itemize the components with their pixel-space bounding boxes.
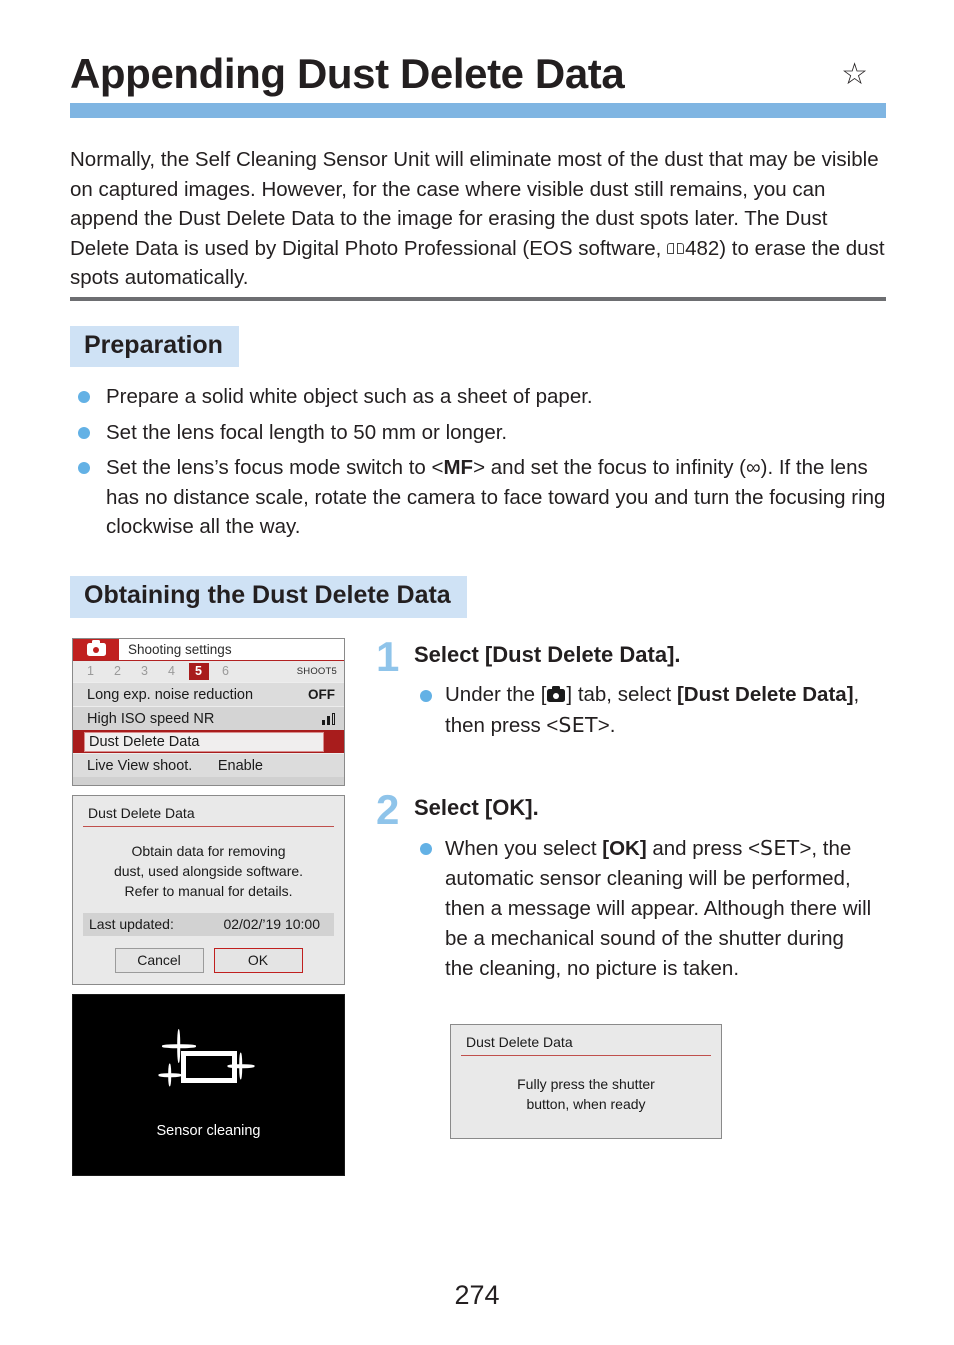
cancel-button[interactable]: Cancel [114, 948, 204, 973]
menu-row-label: Long exp. noise reduction [87, 686, 254, 703]
last-updated-row: Last updated: 02/02/’19 10:00 [83, 913, 334, 936]
step-1-end: >. [597, 714, 616, 738]
dialog-buttons: Cancel OK [83, 948, 334, 973]
camera-icon [547, 686, 566, 703]
menu-tab-6[interactable]: 6 [212, 661, 239, 682]
menu-tab-row: 1 2 3 4 5 6 SHOOT5 [73, 661, 344, 682]
dialog-body-line-3: Refer to manual for details. [124, 883, 293, 899]
sensor-cleaning-screenshot: Sensor cleaning [72, 994, 345, 1176]
menu-tab-3[interactable]: 3 [131, 661, 158, 682]
step-1-pre: Under the [ [445, 683, 547, 707]
manual-page: Appending Dust Delete Data ☆ Normally, t… [0, 0, 954, 1345]
preparation-heading: Preparation [70, 326, 239, 367]
menu-row-value: Enable [217, 757, 263, 774]
menu-row-label: High ISO speed NR [87, 710, 215, 727]
camera-menu-screenshot: Shooting settings 1 2 3 4 5 6 SHOOT5 Lon… [72, 638, 345, 786]
star-icon: ☆ [841, 58, 868, 92]
menu-row-live-view-shoot[interactable]: Live View shoot. Enable [73, 753, 344, 777]
dialog-body: Fully press the shutter button, when rea… [461, 1056, 711, 1122]
bullet-icon [420, 843, 432, 856]
step-1-bold: [Dust Delete Data] [676, 683, 854, 707]
bullet-icon [78, 426, 90, 439]
preparation-item-1: Prepare a solid white object such as a s… [106, 385, 593, 408]
list-item: Set the lens’s focus mode switch to <MF>… [78, 453, 888, 542]
shooting-tab-icon-cell [73, 639, 119, 660]
page-title: Appending Dust Delete Data [70, 50, 625, 97]
preparation-item-3-pre: Set the lens’s focus mode switch to < [106, 456, 444, 479]
set-key-label: SET [760, 836, 800, 861]
dialog-body: Obtain data for removing dust, used alon… [83, 827, 334, 913]
step-2-mid: and press < [646, 837, 761, 861]
intro-paragraph: Normally, the Self Cleaning Sensor Unit … [70, 145, 886, 293]
set-key-label: SET [558, 713, 598, 738]
title-row: Appending Dust Delete Data ☆ [70, 50, 886, 97]
menu-tab-2[interactable]: 2 [104, 661, 131, 682]
page-number: 274 [454, 1280, 500, 1310]
bullet-icon [78, 391, 90, 403]
shutter-ready-dialog: Dust Delete Data Fully press the shutter… [450, 1024, 722, 1139]
step-1-header: 1 Select [Dust Delete Data]. [376, 633, 876, 680]
last-updated-label: Last updated: [89, 916, 174, 932]
preparation-item-2: Set the lens focal length to 50 mm or lo… [106, 420, 508, 444]
step-2-bullet-text: When you select [OK] and press <SET>, th… [445, 833, 876, 984]
menu-tab-5-active[interactable]: 5 [188, 663, 209, 680]
preparation-item-3: Set the lens’s focus mode switch to <MF>… [106, 453, 888, 542]
list-item: When you select [OK] and press <SET>, th… [420, 833, 876, 984]
menu-row-value: OFF [308, 687, 335, 702]
menu-row-high-iso-nr[interactable]: High ISO speed NR [73, 706, 344, 730]
preparation-item-3-bold: MF [443, 456, 474, 479]
preparation-list: Prepare a solid white object such as a s… [78, 382, 888, 548]
step-1-number: 1 [376, 633, 400, 680]
dialog-body-line-2: button, when ready [526, 1096, 646, 1112]
step-2-bullets: When you select [OK] and press <SET>, th… [420, 833, 876, 984]
menu-footer-strip [73, 777, 344, 785]
step-1-title: Select [Dust Delete Data]. [414, 642, 681, 667]
last-updated-value: 02/02/’19 10:00 [223, 916, 320, 932]
step-1-mid: ] tab, select [566, 683, 677, 707]
intro-page-ref: 482 [685, 236, 720, 260]
step-2-title: Select [OK]. [414, 795, 539, 820]
step-1-bullets: Under the [ ] tab, select [Dust Delete Da… [420, 680, 876, 741]
title-accent-bar [70, 103, 886, 119]
book-reference-icon [667, 242, 685, 256]
ok-button[interactable]: OK [213, 948, 303, 973]
page-header: Appending Dust Delete Data ☆ [70, 50, 886, 119]
menu-titlebar: Shooting settings [73, 639, 344, 661]
list-item: Prepare a solid white object such as a s… [78, 382, 888, 412]
menu-row-long-exp-nr[interactable]: Long exp. noise reduction OFF [73, 682, 344, 706]
obtaining-heading: Obtaining the Dust Delete Data [70, 576, 467, 618]
list-item: Under the [ ] tab, select [Dust Delete Da… [420, 680, 876, 741]
sensor-sparkle-icon [149, 1025, 269, 1097]
menu-group-label: SHOOT5 [296, 666, 337, 677]
section-divider [70, 297, 886, 301]
menu-row-dust-delete-data-selected[interactable]: Dust Delete Data [73, 730, 344, 753]
step-1-bullet-text: Under the [ ] tab, select [Dust Delete Da… [445, 680, 876, 741]
menu-tab-4[interactable]: 4 [158, 661, 185, 682]
step-2-header: 2 Select [OK]. [376, 786, 876, 833]
dust-delete-data-dialog: Dust Delete Data Obtain data for removin… [72, 795, 345, 985]
dialog-body-line-1: Fully press the shutter [517, 1076, 655, 1092]
list-item: Set the lens focal length to 50 mm or lo… [78, 418, 888, 448]
step-2: 2 Select [OK]. When you select [OK] and … [376, 786, 876, 984]
camera-icon [86, 640, 106, 656]
menu-tab-1[interactable]: 1 [77, 661, 104, 682]
sensor-cleaning-label: Sensor cleaning [156, 1123, 261, 1139]
bullet-icon [78, 462, 90, 474]
dialog-body-line-2: dust, used alongside software. [113, 863, 304, 879]
nr-bars-icon [321, 712, 335, 725]
bullet-icon [420, 690, 432, 703]
dialog-body-line-1: Obtain data for removing [131, 843, 286, 859]
menu-row-label: Live View shoot. [87, 757, 193, 774]
step-2-pre: When you select [445, 837, 603, 861]
menu-row-label: Dust Delete Data [84, 731, 324, 752]
dialog-title: Dust Delete Data [83, 805, 334, 827]
step-1: 1 Select [Dust Delete Data]. Under the [… [376, 633, 876, 741]
step-2-number: 2 [376, 786, 400, 833]
menu-title: Shooting settings [128, 642, 232, 657]
dialog-title: Dust Delete Data [461, 1034, 711, 1056]
step-2-bold: [OK] [602, 837, 647, 861]
